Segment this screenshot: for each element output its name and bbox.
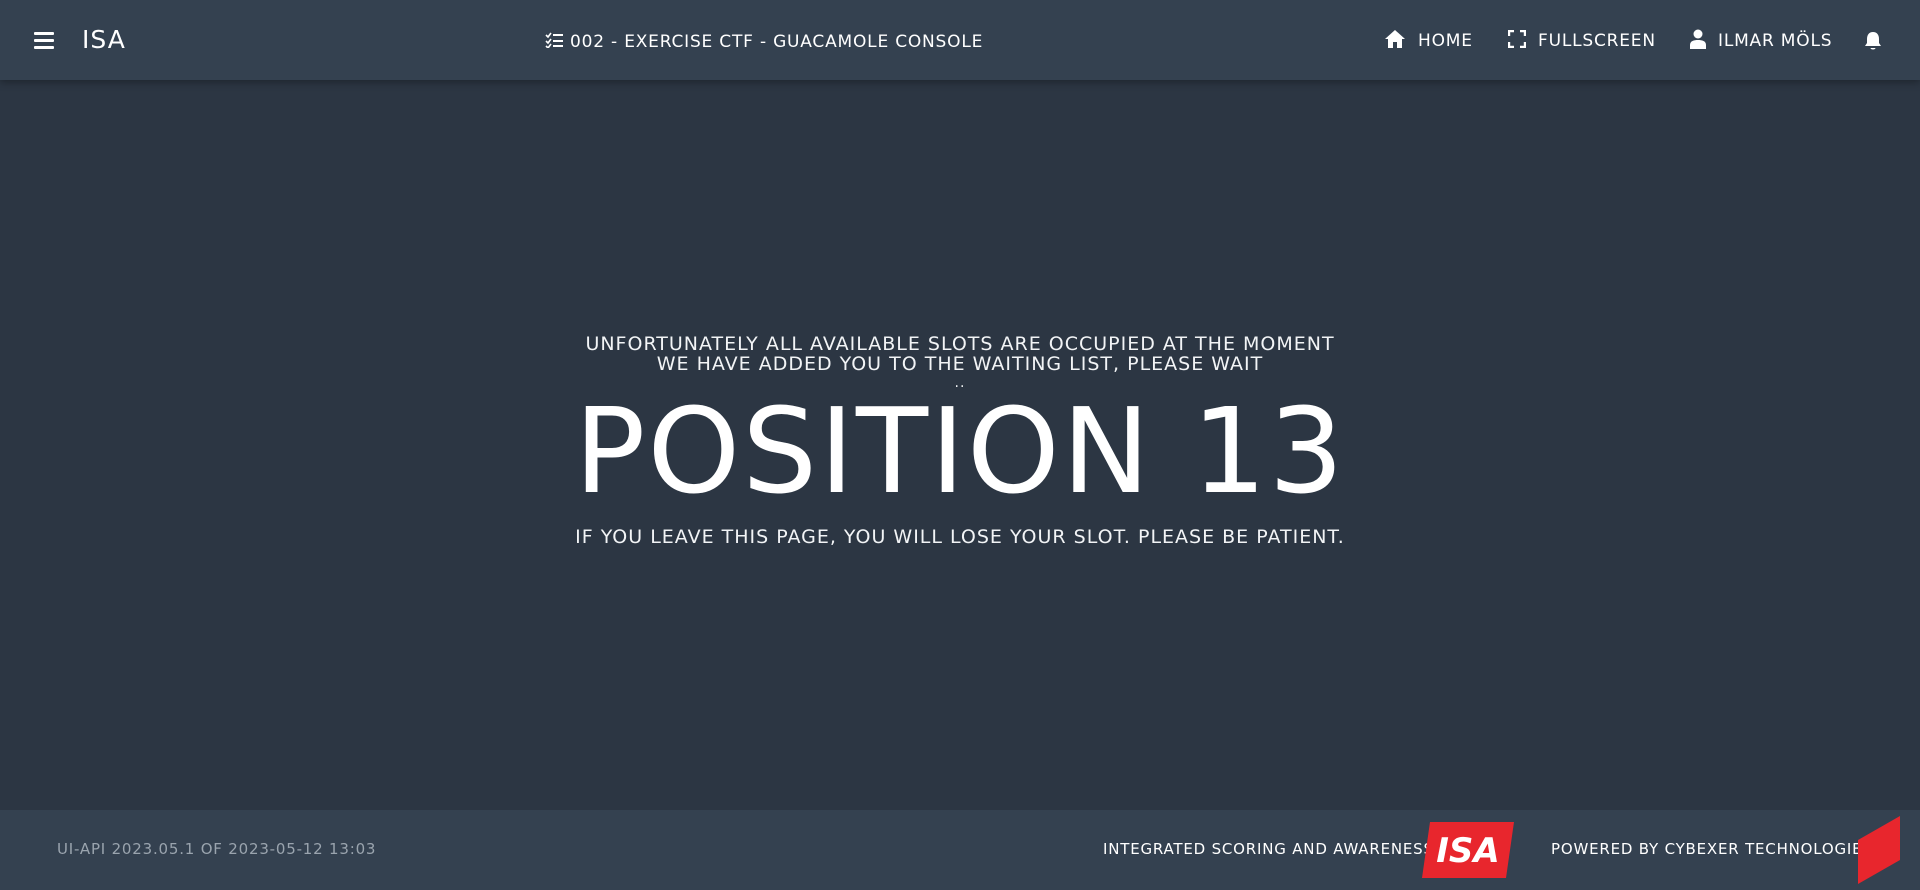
hamburger-menu-icon[interactable] [28, 24, 60, 56]
nav-user-label: ILMAR MÖLS [1718, 31, 1833, 51]
isa-logo[interactable]: ISA [1422, 822, 1514, 878]
footer: UI-API 2023.05.1 OF 2023-05-12 13:03 INT… [0, 810, 1920, 890]
checklist-icon [545, 32, 563, 53]
nav-fullscreen-button[interactable]: FULLSCREEN [1507, 26, 1656, 56]
position-value: 13 [1191, 382, 1346, 520]
person-icon [1690, 29, 1706, 54]
position-label: POSITION [574, 382, 1153, 520]
leave-page-warning: IF YOU LEAVE THIS PAGE, YOU WILL LOSE YO… [575, 526, 1345, 548]
powered-by-text: POWERED BY CYBEXER TECHNOLOGIES [1551, 840, 1873, 858]
isa-logo-text: ISA [1436, 831, 1499, 871]
nav-user-button[interactable]: ILMAR MÖLS [1690, 26, 1832, 56]
isa-product-name: INTEGRATED SCORING AND AWARENESS [1103, 840, 1434, 858]
version-info: UI-API 2023.05.1 OF 2023-05-12 13:03 [57, 840, 377, 858]
top-bar: ISA 002 - EXERCISE CTF - GUACAMOLE CONSO… [0, 0, 1920, 80]
nav-home-button[interactable]: HOME [1384, 26, 1473, 56]
waiting-list-text: WE HAVE ADDED YOU TO THE WAITING LIST, P… [656, 353, 1264, 375]
nav-home-label: HOME [1418, 31, 1473, 51]
slots-occupied-text: UNFORTUNATELY ALL AVAILABLE SLOTS ARE OC… [585, 333, 1335, 355]
notifications-bell-icon[interactable] [1864, 26, 1882, 56]
cybexer-logo[interactable] [1858, 816, 1900, 884]
waiting-room-area: UNFORTUNATELY ALL AVAILABLE SLOTS ARE OC… [0, 80, 1920, 810]
waiting-message: UNFORTUNATELY ALL AVAILABLE SLOTS ARE OC… [0, 334, 1920, 548]
queue-position: POSITION 13 [0, 390, 1920, 512]
page-title: 002 - EXERCISE CTF - GUACAMOLE CONSOLE [545, 28, 983, 56]
home-icon [1384, 29, 1406, 54]
fullscreen-icon [1507, 29, 1527, 53]
app-brand[interactable]: ISA [82, 24, 126, 56]
page-title-text: 002 - EXERCISE CTF - GUACAMOLE CONSOLE [570, 32, 984, 52]
app-root: ISA 002 - EXERCISE CTF - GUACAMOLE CONSO… [0, 0, 1920, 890]
nav-fullscreen-label: FULLSCREEN [1538, 31, 1656, 51]
